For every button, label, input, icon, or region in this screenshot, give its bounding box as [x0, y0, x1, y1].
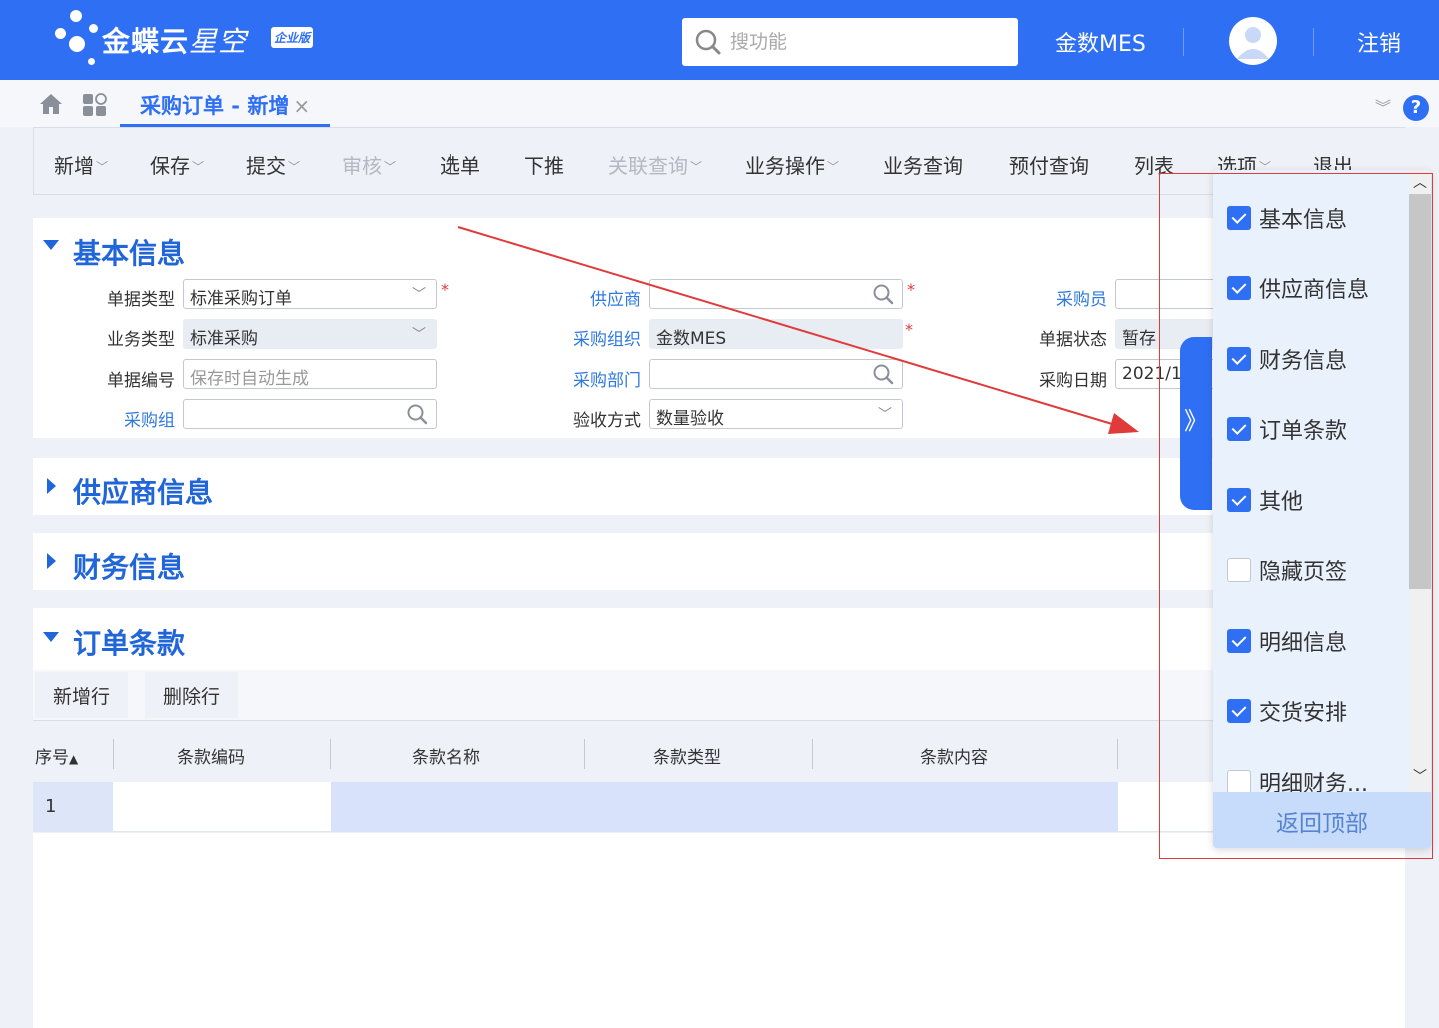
annotation-highlight-box [1159, 173, 1433, 859]
